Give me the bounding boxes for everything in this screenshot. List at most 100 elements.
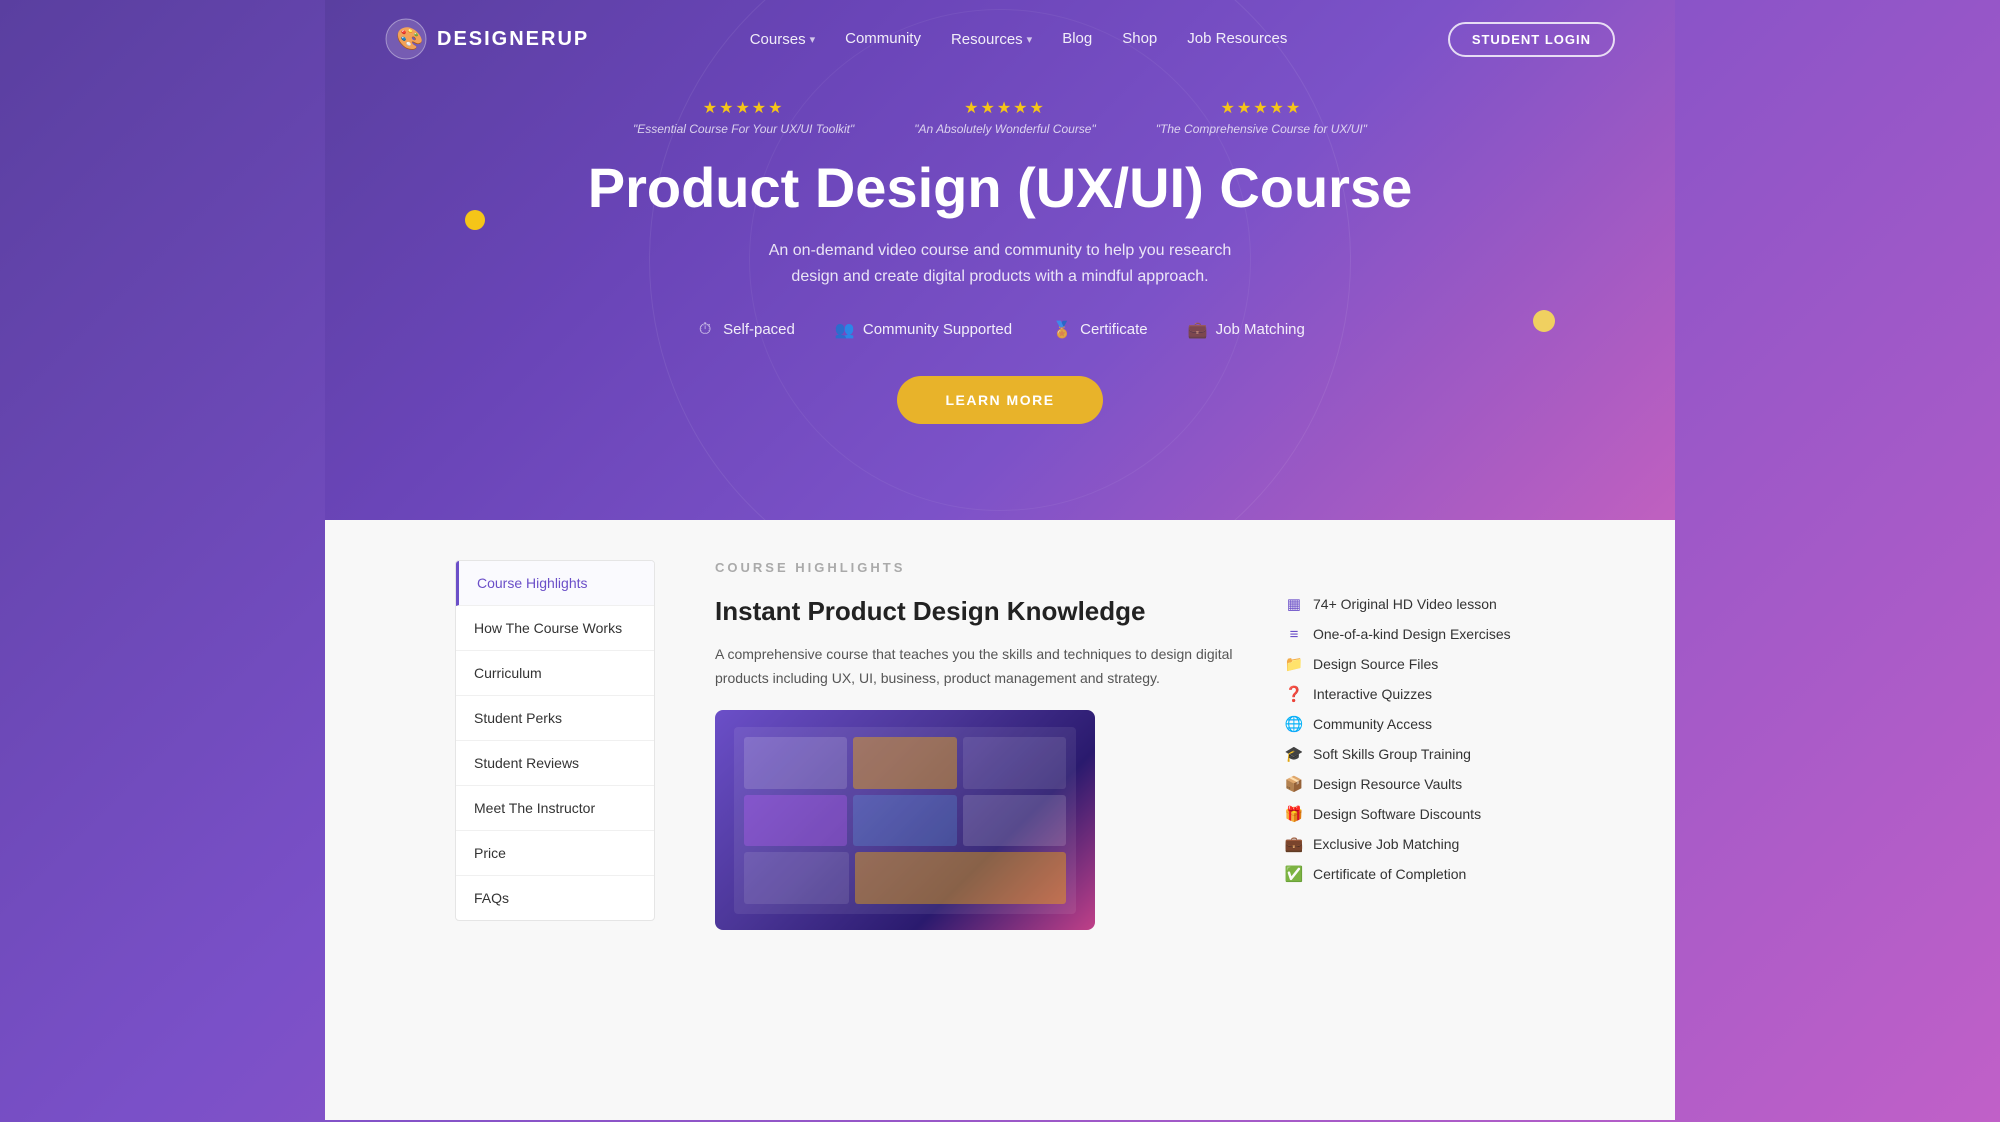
img-row-2 bbox=[744, 795, 1066, 847]
feature-quizzes: Interactive Quizzes bbox=[1313, 686, 1432, 702]
video-icon: ▦ bbox=[1285, 595, 1303, 613]
hero-subtitle: An on-demand video course and community … bbox=[750, 238, 1250, 289]
hero-features: ⏱ Self-paced 👥 Community Supported 🏅 Cer… bbox=[345, 320, 1655, 340]
navbar: 🎨 DESIGNERUP Courses Community Resources bbox=[325, 0, 1675, 78]
nav-resources[interactable]: Resources bbox=[951, 31, 1032, 48]
highlights-body: Instant Product Design Knowledge A compr… bbox=[715, 595, 1545, 930]
resource-vaults-icon: 📦 bbox=[1285, 775, 1303, 793]
feature-label-selfpaced: Self-paced bbox=[723, 321, 795, 338]
img-row-3 bbox=[744, 852, 1066, 904]
sidebar-item-course-highlights[interactable]: Course Highlights bbox=[456, 561, 654, 606]
img-row-1 bbox=[744, 737, 1066, 789]
course-image-inner bbox=[734, 727, 1076, 914]
hero-reviews: ★★★★★ "Essential Course For Your UX/UI T… bbox=[345, 98, 1655, 136]
sidebar-item-price[interactable]: Price bbox=[456, 831, 654, 876]
nav-community[interactable]: Community bbox=[845, 30, 921, 48]
stars-2: ★★★★★ bbox=[964, 98, 1046, 118]
review-3: ★★★★★ "The Comprehensive Course for UX/U… bbox=[1156, 98, 1367, 136]
exercises-icon: ≡ bbox=[1285, 625, 1303, 643]
list-item-certificate: ✅ Certificate of Completion bbox=[1285, 865, 1545, 883]
highlights-description: A comprehensive course that teaches you … bbox=[715, 643, 1245, 691]
img-block-7 bbox=[744, 852, 849, 904]
img-block-6 bbox=[963, 795, 1066, 847]
img-block-8 bbox=[855, 852, 1066, 904]
content-section: Course Highlights How The Course Works C… bbox=[325, 520, 1675, 1120]
feature-soft-skills: Soft Skills Group Training bbox=[1313, 746, 1471, 762]
self-paced-icon: ⏱ bbox=[695, 320, 715, 340]
review-2: ★★★★★ "An Absolutely Wonderful Course" bbox=[914, 98, 1096, 136]
course-image bbox=[715, 710, 1095, 930]
student-login-button[interactable]: STUDENT LOGIN bbox=[1448, 22, 1615, 57]
feature-label-certificate: Certificate bbox=[1080, 321, 1148, 338]
nav-courses[interactable]: Courses bbox=[750, 31, 815, 48]
learn-more-button[interactable]: LEARN MORE bbox=[897, 376, 1102, 424]
list-item-videos: ▦ 74+ Original HD Video lesson bbox=[1285, 595, 1545, 613]
review-text-1: "Essential Course For Your UX/UI Toolkit… bbox=[633, 122, 854, 136]
list-item-resource-vaults: 📦 Design Resource Vaults bbox=[1285, 775, 1545, 793]
feature-job-matching: 💼 Job Matching bbox=[1188, 320, 1305, 340]
highlights-title: Instant Product Design Knowledge bbox=[715, 595, 1245, 629]
highlights-right: ▦ 74+ Original HD Video lesson ≡ One-of-… bbox=[1285, 595, 1545, 930]
list-item-community-access: 🌐 Community Access bbox=[1285, 715, 1545, 733]
sidebar-item-student-reviews[interactable]: Student Reviews bbox=[456, 741, 654, 786]
certificate-icon: 🏅 bbox=[1052, 320, 1072, 340]
main-content: COURSE HIGHLIGHTS Instant Product Design… bbox=[675, 520, 1545, 1060]
list-item-soft-skills: 🎓 Soft Skills Group Training bbox=[1285, 745, 1545, 763]
community-access-icon: 🌐 bbox=[1285, 715, 1303, 733]
source-files-icon: 📁 bbox=[1285, 655, 1303, 673]
hero-title: Product Design (UX/UI) Course bbox=[345, 156, 1655, 220]
highlights-left: Instant Product Design Knowledge A compr… bbox=[715, 595, 1245, 930]
review-1: ★★★★★ "Essential Course For Your UX/UI T… bbox=[633, 98, 854, 136]
feature-videos: 74+ Original HD Video lesson bbox=[1313, 596, 1497, 612]
feature-community: 👥 Community Supported bbox=[835, 320, 1012, 340]
sidebar-item-how-course-works[interactable]: How The Course Works bbox=[456, 606, 654, 651]
feature-label-job: Job Matching bbox=[1216, 321, 1305, 338]
feature-job-matching: Exclusive Job Matching bbox=[1313, 836, 1459, 852]
feature-certificate: 🏅 Certificate bbox=[1052, 320, 1148, 340]
logo-area[interactable]: 🎨 DESIGNERUP bbox=[385, 18, 589, 60]
feature-self-paced: ⏱ Self-paced bbox=[695, 320, 795, 340]
svg-text:🎨: 🎨 bbox=[396, 25, 423, 51]
quizzes-icon: ❓ bbox=[1285, 685, 1303, 703]
nav-shop[interactable]: Shop bbox=[1122, 30, 1157, 48]
sidebar-item-meet-instructor[interactable]: Meet The Instructor bbox=[456, 786, 654, 831]
certificate-list-icon: ✅ bbox=[1285, 865, 1303, 883]
section-label: COURSE HIGHLIGHTS bbox=[715, 560, 1545, 575]
feature-software-discounts: Design Software Discounts bbox=[1313, 806, 1481, 822]
stars-3: ★★★★★ bbox=[1221, 98, 1303, 118]
img-block-2 bbox=[853, 737, 956, 789]
feature-label-community: Community Supported bbox=[863, 321, 1012, 338]
software-discounts-icon: 🎁 bbox=[1285, 805, 1303, 823]
nav-links: Courses Community Resources Blog Shop bbox=[750, 30, 1288, 48]
img-block-4 bbox=[744, 795, 847, 847]
nav-job-resources[interactable]: Job Resources bbox=[1187, 30, 1287, 48]
sidebar-item-faqs[interactable]: FAQs bbox=[456, 876, 654, 920]
review-text-3: "The Comprehensive Course for UX/UI" bbox=[1156, 122, 1367, 136]
logo-text: DESIGNERUP bbox=[437, 28, 589, 51]
review-text-2: "An Absolutely Wonderful Course" bbox=[914, 122, 1096, 136]
job-matching-icon: 💼 bbox=[1188, 320, 1208, 340]
job-matching-list-icon: 💼 bbox=[1285, 835, 1303, 853]
sidebar-item-curriculum[interactable]: Curriculum bbox=[456, 651, 654, 696]
img-block-3 bbox=[963, 737, 1066, 789]
feature-exercises: One-of-a-kind Design Exercises bbox=[1313, 626, 1511, 642]
list-item-job-matching: 💼 Exclusive Job Matching bbox=[1285, 835, 1545, 853]
soft-skills-icon: 🎓 bbox=[1285, 745, 1303, 763]
img-block-1 bbox=[744, 737, 847, 789]
feature-resource-vaults: Design Resource Vaults bbox=[1313, 776, 1462, 792]
feature-source-files: Design Source Files bbox=[1313, 656, 1438, 672]
hero-content: ★★★★★ "Essential Course For Your UX/UI T… bbox=[325, 78, 1675, 464]
list-item-source-files: 📁 Design Source Files bbox=[1285, 655, 1545, 673]
list-item-exercises: ≡ One-of-a-kind Design Exercises bbox=[1285, 625, 1545, 643]
list-item-software-discounts: 🎁 Design Software Discounts bbox=[1285, 805, 1545, 823]
nav-blog[interactable]: Blog bbox=[1062, 30, 1092, 48]
community-icon: 👥 bbox=[835, 320, 855, 340]
stars-1: ★★★★★ bbox=[703, 98, 785, 118]
sidebar-nav: Course Highlights How The Course Works C… bbox=[455, 560, 655, 921]
logo-icon: 🎨 bbox=[385, 18, 427, 60]
feature-certificate: Certificate of Completion bbox=[1313, 866, 1466, 882]
highlight-list: ▦ 74+ Original HD Video lesson ≡ One-of-… bbox=[1285, 595, 1545, 883]
feature-community-access: Community Access bbox=[1313, 716, 1432, 732]
img-block-5 bbox=[853, 795, 956, 847]
sidebar-item-student-perks[interactable]: Student Perks bbox=[456, 696, 654, 741]
